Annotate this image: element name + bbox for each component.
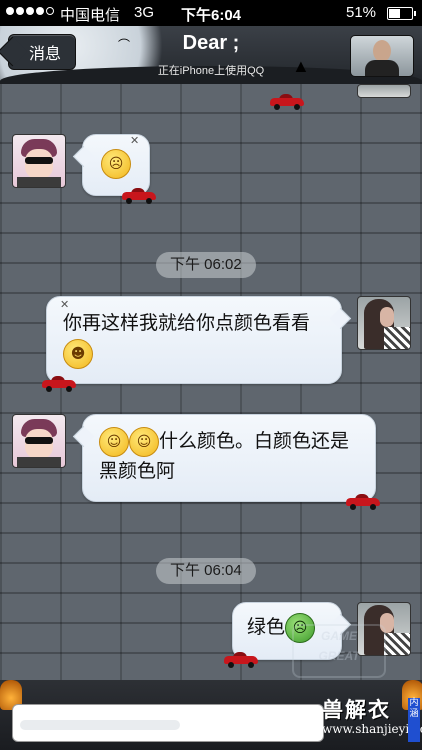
input-bar: 兽解衣 www.shanjieyi.com 内涵: [0, 680, 422, 750]
timestamp: 下午 06:02: [156, 252, 256, 278]
contact-profile-button[interactable]: [350, 35, 414, 77]
carrier-label: 中国电信: [60, 7, 121, 24]
watermark-text: GAME: [321, 629, 357, 643]
bird-icon: ✕: [60, 299, 70, 311]
watermark-text: GREAT: [318, 649, 360, 663]
friend-avatar[interactable]: [12, 414, 66, 468]
car-icon: [346, 494, 380, 510]
input-highlight: [20, 720, 180, 730]
emoji-laugh-icon: ☺: [99, 427, 129, 457]
signal-strength-icon: [6, 7, 54, 15]
battery-percent: 51%: [346, 4, 377, 21]
car-icon: [224, 652, 258, 668]
emoji-grin-icon: ☻: [63, 339, 93, 369]
friend-avatar[interactable]: [12, 134, 66, 188]
message-bubble-friend[interactable]: ☹: [82, 134, 150, 196]
car-icon: [122, 188, 156, 204]
game-watermark: GAME GREAT: [292, 624, 386, 678]
brand-tag: 内涵: [408, 698, 420, 742]
brand-url: www.shanjieyi.com: [322, 722, 422, 736]
chat-header: ⌒ ▲ 消息 Dear ; 正在iPhone上使用QQ: [0, 26, 422, 84]
car-icon: [270, 94, 304, 110]
emoji-sneer-icon: ☹: [101, 149, 131, 179]
emoji-laugh-icon: ☺: [129, 427, 159, 457]
message-bubble-mine[interactable]: 你再这样我就给你点颜色看看 ☻: [46, 296, 342, 384]
my-avatar[interactable]: [357, 84, 411, 98]
car-icon: [42, 376, 76, 392]
timestamp: 下午 06:04: [156, 558, 256, 584]
clock: 下午6:04: [181, 7, 242, 24]
my-avatar[interactable]: [357, 296, 411, 350]
message-bubble-friend[interactable]: ☺ ☺ 什么颜色。白颜色还是黑颜色阿: [82, 414, 376, 502]
status-bar: 中国电信 3G 下午6:04 51%: [0, 0, 422, 26]
message-text: 绿色: [247, 617, 286, 639]
site-watermark: 兽解衣 www.shanjieyi.com 内涵: [322, 694, 422, 742]
brand-name: 兽解衣: [322, 697, 391, 722]
chat-history[interactable]: ☹ ✕ 下午 06:02 你再这样我就给你点颜色看看 ☻ ✕ ☺ ☺ 什么颜色。白颜…: [0, 84, 422, 680]
bird-icon: ✕: [130, 135, 140, 147]
message-text: 你再这样我就给你点颜色看看: [63, 313, 311, 334]
network-type: 3G: [134, 4, 155, 21]
battery-icon: [387, 7, 416, 20]
